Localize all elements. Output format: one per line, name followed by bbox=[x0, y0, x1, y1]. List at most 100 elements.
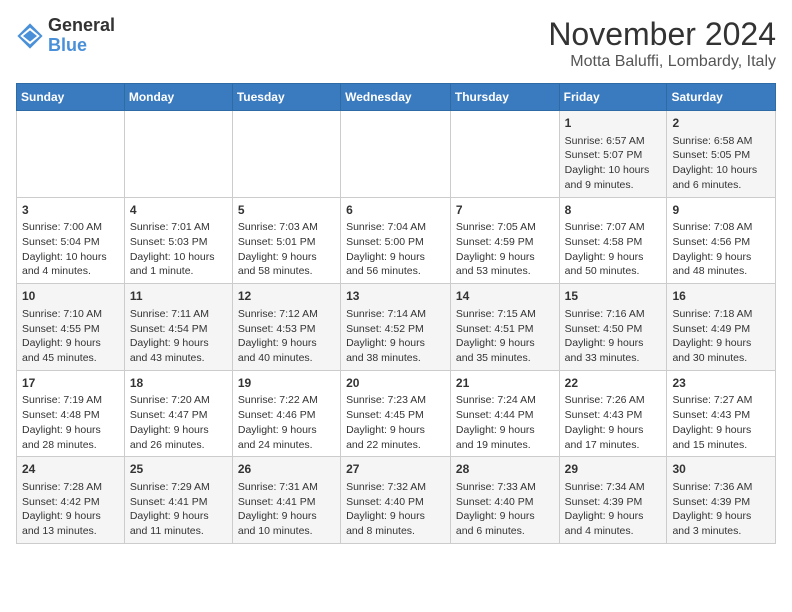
day-info: Sunset: 4:55 PM bbox=[22, 323, 100, 335]
day-info: Sunset: 4:43 PM bbox=[672, 409, 750, 421]
day-number: 17 bbox=[22, 375, 119, 392]
day-info: Sunrise: 7:12 AM bbox=[238, 308, 318, 320]
header-day-thursday: Thursday bbox=[450, 84, 559, 111]
calendar-cell: 17Sunrise: 7:19 AMSunset: 4:48 PMDayligh… bbox=[17, 370, 125, 457]
calendar-cell: 28Sunrise: 7:33 AMSunset: 4:40 PMDayligh… bbox=[450, 457, 559, 544]
calendar-cell: 14Sunrise: 7:15 AMSunset: 4:51 PMDayligh… bbox=[450, 284, 559, 371]
day-info: Sunset: 4:56 PM bbox=[672, 236, 750, 248]
calendar-cell: 29Sunrise: 7:34 AMSunset: 4:39 PMDayligh… bbox=[559, 457, 667, 544]
day-info: Sunset: 5:05 PM bbox=[672, 149, 750, 161]
day-number: 25 bbox=[130, 461, 227, 478]
calendar-cell: 19Sunrise: 7:22 AMSunset: 4:46 PMDayligh… bbox=[232, 370, 340, 457]
day-info: Sunrise: 7:19 AM bbox=[22, 394, 102, 406]
day-number: 6 bbox=[346, 202, 445, 219]
day-info: Sunrise: 7:27 AM bbox=[672, 394, 752, 406]
day-info: Sunrise: 7:26 AM bbox=[565, 394, 645, 406]
day-number: 3 bbox=[22, 202, 119, 219]
day-info: Sunrise: 7:34 AM bbox=[565, 481, 645, 493]
calendar-cell bbox=[450, 111, 559, 198]
logo: General Blue bbox=[16, 16, 115, 56]
week-row-3: 10 Sunrise: 7:10 AM Sunset: 4:55 PM Dayligh… bbox=[17, 284, 776, 371]
day-info: Sunrise: 7:00 AM bbox=[22, 221, 102, 233]
day-info: Sunrise: 7:20 AM bbox=[130, 394, 210, 406]
day-info: Sunset: 4:48 PM bbox=[22, 409, 100, 421]
day-info: Sunset: 5:07 PM bbox=[565, 149, 643, 161]
header-day-monday: Monday bbox=[124, 84, 232, 111]
calendar-cell: 22Sunrise: 7:26 AMSunset: 4:43 PMDayligh… bbox=[559, 370, 667, 457]
calendar-cell: 9Sunrise: 7:08 AMSunset: 4:56 PMDaylight… bbox=[667, 197, 776, 284]
day-info: Sunset: 4:41 PM bbox=[238, 496, 316, 508]
day-info: Sunrise: 7:04 AM bbox=[346, 221, 426, 233]
day-info: Sunrise: 7:23 AM bbox=[346, 394, 426, 406]
day-number: 10 bbox=[22, 288, 119, 305]
day-info: Daylight: 9 hours and 3 minutes. bbox=[672, 510, 751, 537]
day-info: Daylight: 9 hours and 30 minutes. bbox=[672, 337, 751, 364]
day-info: Sunrise: 7:33 AM bbox=[456, 481, 536, 493]
day-info: Daylight: 9 hours and 48 minutes. bbox=[672, 251, 751, 278]
calendar-header: SundayMondayTuesdayWednesdayThursdayFrid… bbox=[17, 84, 776, 111]
day-info: Sunset: 5:01 PM bbox=[238, 236, 316, 248]
day-number: 8 bbox=[565, 202, 662, 219]
calendar-cell: 13 Sunrise: 7:14 AM Sunset: 4:52 PM Dayligh… bbox=[341, 284, 451, 371]
day-info: Sunset: 4:39 PM bbox=[565, 496, 643, 508]
title-section: November 2024 Motta Baluffi, Lombardy, I… bbox=[548, 16, 776, 71]
day-info: Daylight: 9 hours and 43 minutes. bbox=[130, 337, 209, 364]
day-info: Daylight: 9 hours and 26 minutes. bbox=[130, 424, 209, 451]
day-info: Sunset: 4:40 PM bbox=[346, 496, 424, 508]
calendar-cell: 20Sunrise: 7:23 AMSunset: 4:45 PMDayligh… bbox=[341, 370, 451, 457]
day-info: Sunset: 4:54 PM bbox=[130, 323, 208, 335]
day-info: Sunrise: 7:32 AM bbox=[346, 481, 426, 493]
calendar-cell: 15Sunrise: 7:16 AMSunset: 4:50 PMDayligh… bbox=[559, 284, 667, 371]
day-info: Sunset: 4:58 PM bbox=[565, 236, 643, 248]
day-info: Daylight: 9 hours and 22 minutes. bbox=[346, 424, 425, 451]
day-info: Daylight: 9 hours and 45 minutes. bbox=[22, 337, 101, 364]
calendar-cell bbox=[232, 111, 340, 198]
day-info: Sunrise: 6:57 AM bbox=[565, 135, 645, 147]
day-number: 16 bbox=[672, 288, 770, 305]
day-info: Sunrise: 7:14 AM bbox=[346, 308, 426, 320]
calendar-cell: 16Sunrise: 7:18 AMSunset: 4:49 PMDayligh… bbox=[667, 284, 776, 371]
day-info: Daylight: 10 hours and 6 minutes. bbox=[672, 164, 757, 191]
day-info: Sunset: 4:41 PM bbox=[130, 496, 208, 508]
day-number: 12 bbox=[238, 288, 335, 305]
month-title: November 2024 bbox=[548, 16, 776, 53]
header-day-sunday: Sunday bbox=[17, 84, 125, 111]
calendar-cell: 21Sunrise: 7:24 AMSunset: 4:44 PMDayligh… bbox=[450, 370, 559, 457]
day-number: 11 bbox=[130, 288, 227, 305]
day-number: 26 bbox=[238, 461, 335, 478]
day-number: 13 bbox=[346, 288, 445, 305]
week-row-2: 3Sunrise: 7:00 AMSunset: 5:04 PMDaylight… bbox=[17, 197, 776, 284]
header-day-wednesday: Wednesday bbox=[341, 84, 451, 111]
day-info: Daylight: 9 hours and 38 minutes. bbox=[346, 337, 425, 364]
day-info: Sunrise: 7:10 AM bbox=[22, 308, 102, 320]
day-info: Sunset: 4:53 PM bbox=[238, 323, 316, 335]
calendar-cell: 25Sunrise: 7:29 AMSunset: 4:41 PMDayligh… bbox=[124, 457, 232, 544]
day-info: Daylight: 9 hours and 15 minutes. bbox=[672, 424, 751, 451]
day-info: Daylight: 9 hours and 40 minutes. bbox=[238, 337, 317, 364]
day-info: Daylight: 9 hours and 6 minutes. bbox=[456, 510, 535, 537]
day-info: Sunrise: 7:03 AM bbox=[238, 221, 318, 233]
calendar-cell: 24Sunrise: 7:28 AMSunset: 4:42 PMDayligh… bbox=[17, 457, 125, 544]
day-number: 1 bbox=[565, 115, 662, 132]
calendar-cell: 23Sunrise: 7:27 AMSunset: 4:43 PMDayligh… bbox=[667, 370, 776, 457]
day-info: Sunset: 4:39 PM bbox=[672, 496, 750, 508]
day-info: Daylight: 9 hours and 53 minutes. bbox=[456, 251, 535, 278]
day-info: Sunset: 5:03 PM bbox=[130, 236, 208, 248]
day-info: Daylight: 9 hours and 58 minutes. bbox=[238, 251, 317, 278]
day-number: 18 bbox=[130, 375, 227, 392]
day-info: Sunset: 5:00 PM bbox=[346, 236, 424, 248]
day-number: 14 bbox=[456, 288, 554, 305]
week-row-5: 24Sunrise: 7:28 AMSunset: 4:42 PMDayligh… bbox=[17, 457, 776, 544]
day-info: Sunset: 4:42 PM bbox=[22, 496, 100, 508]
day-number: 21 bbox=[456, 375, 554, 392]
day-number: 19 bbox=[238, 375, 335, 392]
day-info: Sunset: 4:52 PM bbox=[346, 323, 424, 335]
calendar-cell bbox=[124, 111, 232, 198]
calendar-body: 1 Sunrise: 6:57 AM Sunset: 5:07 PM Daylight… bbox=[17, 111, 776, 544]
calendar-cell: 7Sunrise: 7:05 AMSunset: 4:59 PMDaylight… bbox=[450, 197, 559, 284]
day-info: Sunrise: 7:18 AM bbox=[672, 308, 752, 320]
day-info: Daylight: 9 hours and 8 minutes. bbox=[346, 510, 425, 537]
calendar-cell: 3Sunrise: 7:00 AMSunset: 5:04 PMDaylight… bbox=[17, 197, 125, 284]
day-info: Sunrise: 7:36 AM bbox=[672, 481, 752, 493]
location: Motta Baluffi, Lombardy, Italy bbox=[548, 53, 776, 71]
